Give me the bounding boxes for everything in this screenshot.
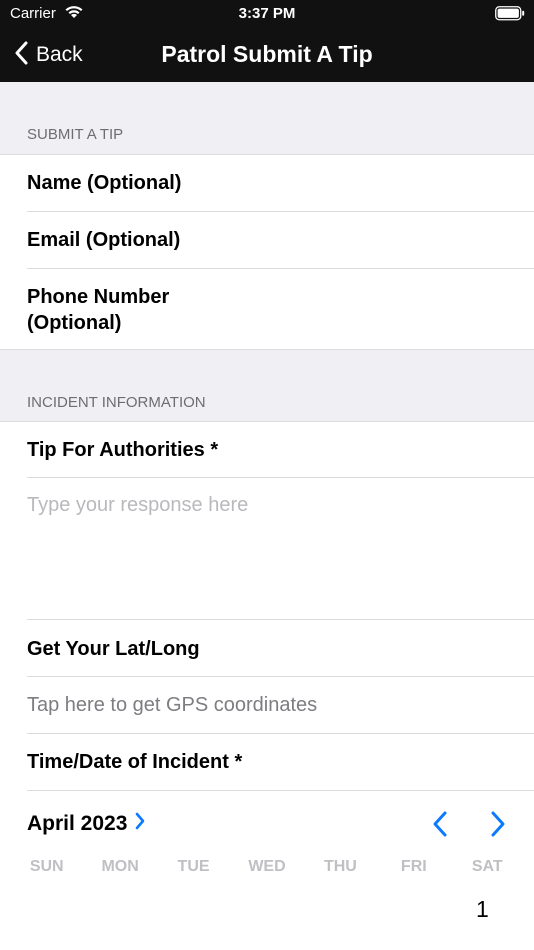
tip-field-label: Tip For Authorities * xyxy=(27,439,219,461)
phone-label-line2: (Optional) xyxy=(27,312,122,334)
chevron-right-icon xyxy=(488,811,508,842)
section-header-submit-tip: SUBMIT A TIP xyxy=(27,126,124,143)
calendar-month-selector[interactable]: April 2023 xyxy=(27,812,145,836)
weekday-label: MON xyxy=(101,858,139,875)
datetime-label: Time/Date of Incident * xyxy=(27,751,243,773)
page-title: Patrol Submit A Tip xyxy=(161,41,373,67)
tip-response-textarea[interactable]: Type your response here xyxy=(0,478,534,620)
calendar-day[interactable]: 1 xyxy=(476,896,489,923)
email-field[interactable]: Email (Optional) xyxy=(0,212,534,269)
battery-icon xyxy=(495,6,525,25)
weekday-label: SAT xyxy=(471,858,503,875)
tip-field-row: Tip For Authorities * xyxy=(0,422,534,478)
latlong-row: Get Your Lat/Long xyxy=(0,620,534,677)
weekday-label: TUE xyxy=(177,858,210,875)
section-header-incident: INCIDENT INFORMATION xyxy=(27,394,206,411)
phone-field-label: Phone Number (Optional) xyxy=(27,284,169,336)
tip-placeholder: Type your response here xyxy=(27,494,249,516)
weekday-label: THU xyxy=(323,858,357,875)
phone-field[interactable]: Phone Number (Optional) xyxy=(0,269,534,349)
gps-link-label: Tap here to get GPS coordinates xyxy=(27,694,318,716)
chevron-left-icon xyxy=(430,811,450,842)
calendar-month-label: April 2023 xyxy=(27,812,128,835)
section-header-background: INCIDENT INFORMATION xyxy=(0,349,534,421)
navigation-bar: Back Patrol Submit A Tip xyxy=(0,28,534,82)
datetime-row: Time/Date of Incident * xyxy=(0,734,534,791)
email-field-label: Email (Optional) xyxy=(27,229,181,251)
name-field[interactable]: Name (Optional) xyxy=(0,155,534,212)
chevron-right-icon xyxy=(135,812,145,836)
weekday-label: SUN xyxy=(29,858,64,875)
status-bar: Carrier 3:37 PM xyxy=(0,0,534,28)
calendar-next-month-button[interactable] xyxy=(488,810,508,843)
name-field-label: Name (Optional) xyxy=(27,172,182,194)
weekday-label: FRI xyxy=(400,858,427,875)
status-time: 3:37 PM xyxy=(238,5,296,22)
weekday-label: WED xyxy=(248,858,286,875)
calendar-previous-month-button[interactable] xyxy=(430,810,450,843)
divider xyxy=(27,790,534,791)
section-header-background: SUBMIT A TIP xyxy=(0,82,534,154)
calendar-weekday-header: SUN MON TUE WED THU FRI SAT xyxy=(10,858,524,876)
get-gps-button[interactable]: Tap here to get GPS coordinates xyxy=(0,677,534,734)
latlong-label: Get Your Lat/Long xyxy=(27,638,200,660)
phone-label-line1: Phone Number xyxy=(27,286,170,308)
